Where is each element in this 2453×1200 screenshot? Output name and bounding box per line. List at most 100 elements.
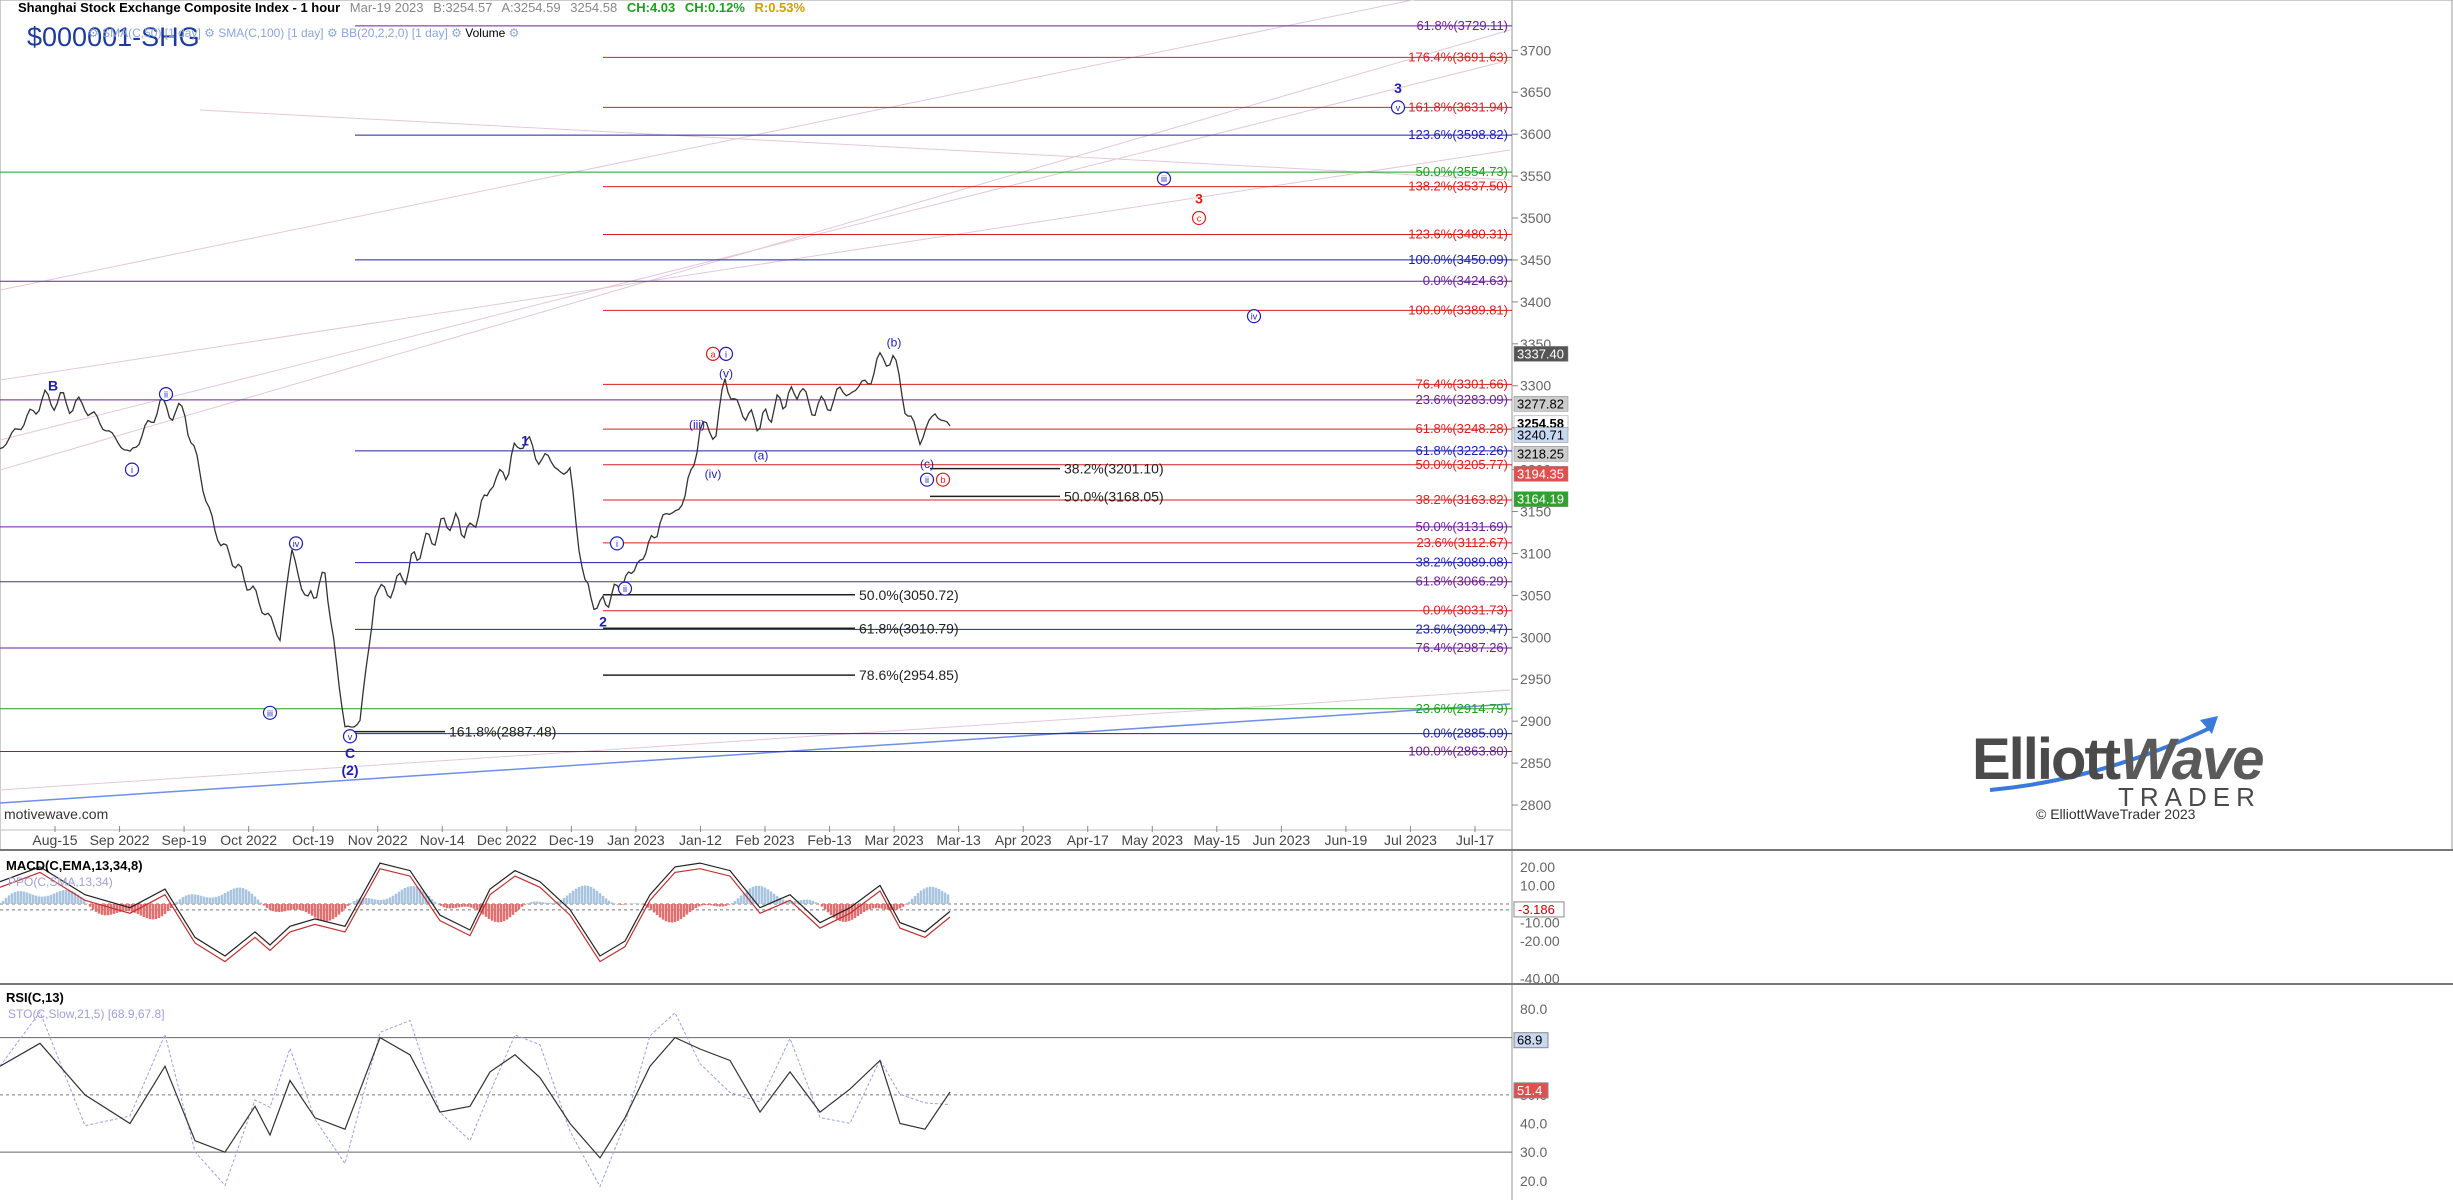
fib-inline-label: 50.0%(3168.05)	[1064, 488, 1164, 504]
fib-inline-label: 161.8%(2887.48)	[449, 724, 556, 740]
price-tag-label: 3164.19	[1517, 492, 1564, 507]
fib-inline-label: 50.0%(3050.72)	[859, 587, 959, 603]
study-volume[interactable]: Volume	[465, 26, 505, 40]
price-series	[0, 351, 951, 728]
macd-tick-label: 10.00	[1520, 877, 1555, 893]
wave-label: a	[710, 349, 715, 359]
elliottwave-logo: Elliott Wave TRADER © ElliottWaveTrader …	[1970, 718, 2270, 822]
price-tick-label: 3400	[1520, 294, 1551, 310]
rsi-value-label: 51.4	[1517, 1083, 1542, 1098]
time-tick-label: Jan-12	[679, 832, 722, 848]
study-sma100[interactable]: SMA(C,100) [1 day]	[218, 26, 323, 40]
time-tick-label: Mar 2023	[865, 832, 924, 848]
wave-label: v	[348, 732, 353, 742]
price-tick-label: 2900	[1520, 713, 1551, 729]
trendline	[0, 29, 1511, 471]
fib-level-label: 76.4%(2987.26)	[1415, 640, 1508, 655]
rsi-tick-label: 40.0	[1520, 1116, 1547, 1132]
time-tick-label: Dec-19	[549, 832, 594, 848]
study-sma50[interactable]: SMA(C,50) [1 day]	[102, 26, 201, 40]
header-change: CH:4.03	[626, 0, 676, 15]
trendline	[0, 0, 1416, 291]
time-tick-label: Jul 2023	[1384, 832, 1437, 848]
fib-level-label: 38.2%(3163.82)	[1415, 492, 1508, 507]
fib-level-label: 123.6%(3480.31)	[1408, 227, 1508, 242]
time-tick-label: Mar-13	[936, 832, 981, 848]
header-change-pct: CH:0.12%	[684, 0, 745, 15]
price-tick-label: 3000	[1520, 629, 1551, 645]
rsi-subtitle: STO(C,Slow,21,5) [68.9,67.8]	[8, 1007, 165, 1021]
macd-tick-label: 20.00	[1520, 859, 1555, 875]
gear-icon[interactable]: ⚙	[327, 26, 338, 40]
gear-icon[interactable]: ⚙	[509, 26, 520, 40]
price-tick-label: 2950	[1520, 671, 1551, 687]
fib-inline-label: 78.6%(2954.85)	[859, 667, 959, 683]
chart-title: Shanghai Stock Exchange Composite Index …	[18, 0, 341, 15]
fib-level-label: 161.8%(3631.94)	[1408, 99, 1508, 114]
logo-word-1: Elliott	[1972, 727, 2121, 792]
wave-label: i	[725, 349, 727, 359]
trendline-support	[0, 703, 1511, 804]
price-tick-label: 3700	[1520, 42, 1551, 58]
study-legend: ⚙ SMA(C,50) [1 day] ⚙ SMA(C,100) [1 day]…	[88, 26, 519, 40]
rsi-tick-label: 30.0	[1520, 1144, 1547, 1160]
fib-level-label: 23.6%(3112.67)	[1416, 535, 1508, 550]
price-tag-label: 3277.82	[1517, 396, 1564, 411]
time-tick-label: Jan 2023	[607, 832, 665, 848]
price-tick-label: 3650	[1520, 84, 1551, 100]
gear-icon[interactable]: ⚙	[451, 26, 462, 40]
time-tick-label: Oct 2022	[220, 832, 277, 848]
wave-label: (iii)	[689, 417, 705, 431]
wave-label: (a)	[754, 449, 769, 463]
time-tick-label: Aug-15	[32, 832, 77, 848]
wave-label: (iv)	[705, 467, 722, 481]
chart-canvas: 2800285029002950300030503100315032003250…	[0, 0, 2453, 1200]
rsi-tick-label: 20.0	[1520, 1173, 1547, 1189]
study-bb[interactable]: BB(20,2,2,0) [1 day]	[341, 26, 448, 40]
wave-label: ii	[623, 584, 627, 594]
wave-label: (v)	[719, 366, 733, 380]
wave-label: ii	[925, 475, 929, 485]
fib-level-label: 100.0%(2863.80)	[1408, 744, 1508, 759]
time-tick-label: Feb-13	[807, 832, 852, 848]
price-tag-label: 3194.35	[1517, 466, 1564, 481]
price-tick-label: 3500	[1520, 210, 1551, 226]
price-tag-label: 3337.40	[1517, 346, 1564, 361]
fib-level-label: 38.2%(3089.08)	[1415, 555, 1508, 570]
gear-icon[interactable]: ⚙	[88, 26, 99, 40]
wave-label: b	[940, 475, 945, 485]
wave-label: iii	[267, 708, 273, 718]
price-tick-label: 2850	[1520, 755, 1551, 771]
time-tick-label: Feb 2023	[735, 832, 794, 848]
price-tick-label: 3550	[1520, 168, 1551, 184]
header-date: Mar-19 2023	[349, 0, 424, 15]
wave-label: B	[48, 378, 58, 394]
header-bid: B:3254.57	[433, 0, 493, 15]
fib-level-label: 76.4%(3301.66)	[1415, 376, 1508, 391]
wave-label: 3	[1394, 80, 1402, 96]
fib-level-label: 61.8%(3248.28)	[1415, 421, 1508, 436]
gear-icon[interactable]: ⚙	[204, 26, 215, 40]
wave-label: iii	[1161, 174, 1167, 184]
fib-level-label: 23.6%(2914.79)	[1415, 701, 1508, 716]
time-tick-label: Jul-17	[1456, 832, 1494, 848]
time-tick-label: Oct-19	[292, 832, 334, 848]
wave-label: C	[345, 745, 355, 761]
fib-inline-label: 61.8%(3010.79)	[859, 620, 959, 636]
wave-label: i	[616, 539, 618, 549]
wave-label: (b)	[887, 335, 902, 349]
wave-label: i	[131, 465, 133, 475]
trendline	[199, 109, 1511, 181]
wave-label: (c)	[920, 457, 934, 471]
fib-level-label: 123.6%(3598.82)	[1408, 127, 1508, 142]
header-ask: A:3254.59	[501, 0, 561, 15]
time-tick-label: Nov 2022	[348, 832, 408, 848]
macd-tick-label: -40.00	[1520, 970, 1560, 986]
price-tick-label: 3300	[1520, 378, 1551, 394]
fib-level-label: 61.8%(3066.29)	[1415, 574, 1508, 589]
trendline	[0, 689, 1511, 791]
fib-level-label: 138.2%(3537.50)	[1408, 179, 1508, 194]
source-watermark: motivewave.com	[4, 806, 109, 822]
header-range: R:0.53%	[754, 0, 806, 15]
rsi-tick-label: 80.0	[1520, 1001, 1547, 1017]
